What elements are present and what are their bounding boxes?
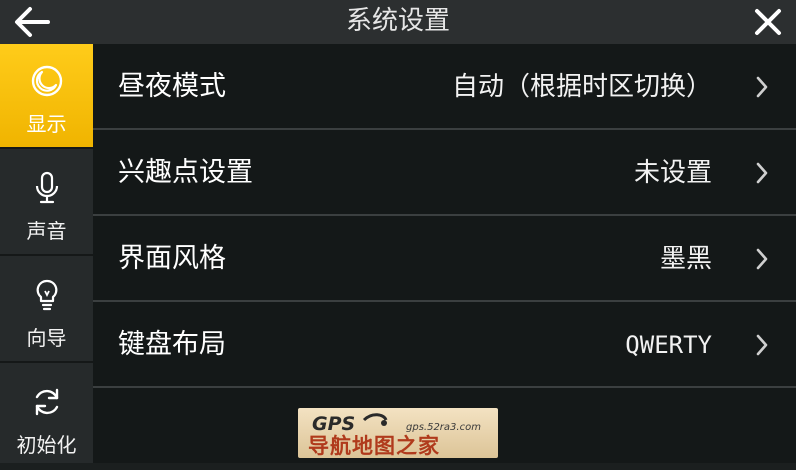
setting-label: 兴趣点设置 [118, 157, 253, 188]
svg-text:gps.52ra3.com: gps.52ra3.com [406, 422, 481, 433]
setting-row-ui-style[interactable]: 界面风格 墨黑 [93, 216, 796, 302]
setting-row-day-night-mode[interactable]: 昼夜模式 自动（根据时区切换） [93, 44, 796, 130]
chevron-right-icon [756, 248, 768, 270]
sidebar-item-reset[interactable]: 初始化 [0, 365, 93, 470]
chevron-right-icon [756, 162, 768, 184]
close-button[interactable] [750, 4, 786, 40]
svg-text:GPS: GPS [312, 413, 355, 435]
chevron-right-icon [756, 334, 768, 356]
top-bar: 系统设置 [0, 0, 796, 44]
setting-row-keyboard-layout[interactable]: 键盘布局 QWERTY [93, 302, 796, 388]
moon-icon [31, 65, 63, 97]
setting-label: 键盘布局 [118, 329, 226, 360]
setting-label: 昼夜模式 [118, 71, 226, 102]
close-icon [755, 9, 781, 35]
setting-value: 未设置 [633, 158, 712, 188]
lightbulb-icon [36, 279, 58, 311]
sidebar-item-sound[interactable]: 声音 [0, 151, 93, 256]
watermark-logo-art: GPS gps.52ra3.com 导航地图之家 [308, 413, 481, 458]
setting-row-poi[interactable]: 兴趣点设置 未设置 [93, 130, 796, 216]
setting-value: 自动（根据时区切换） [451, 72, 712, 102]
refresh-icon [35, 388, 59, 416]
sidebar: 显示 声音 向导 初始化 [0, 44, 93, 463]
page-title: 系统设置 [345, 6, 450, 36]
sidebar-item-guide[interactable]: 向导 [0, 258, 93, 363]
setting-value: QWERTY [625, 331, 712, 359]
microphone-icon [35, 171, 59, 204]
chevron-right-icon [756, 76, 768, 98]
sidebar-item-label: 声音 [26, 219, 67, 243]
sidebar-item-label: 向导 [26, 326, 67, 350]
settings-list: 昼夜模式 自动（根据时区切换） 兴趣点设置 未设置 界面风格 墨黑 键盘布局 Q… [93, 44, 796, 463]
sidebar-item-label: 显示 [26, 112, 67, 136]
setting-value: 墨黑 [659, 244, 712, 274]
setting-label: 界面风格 [118, 243, 226, 274]
sidebar-item-label: 初始化 [16, 433, 77, 457]
svg-text:导航地图之家: 导航地图之家 [308, 434, 440, 458]
watermark-logo: GPS gps.52ra3.com 导航地图之家 [298, 408, 498, 458]
sidebar-item-display[interactable]: 显示 [0, 44, 93, 149]
